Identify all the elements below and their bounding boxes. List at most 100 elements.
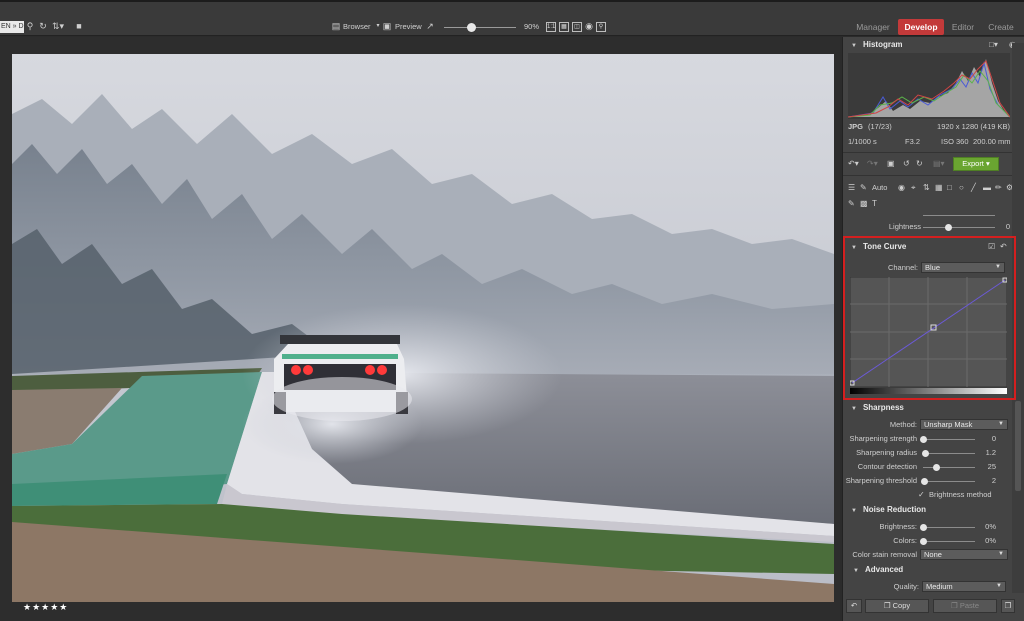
sharpening-radius-label: Sharpening radius <box>856 448 917 457</box>
pen-icon[interactable]: ✎ <box>848 199 855 209</box>
top-toolbar: EN » DI ⚲ ↻ ⇅▾ ■ ▤ Browser ▾ ▣ Preview ↗… <box>0 0 1024 36</box>
noise-reduction-header[interactable]: ▼ Noise Reduction <box>843 503 1015 517</box>
sharpening-radius-knob[interactable] <box>922 450 929 457</box>
collapse-arrow-icon[interactable]: ▼ <box>851 402 857 416</box>
refresh-icon[interactable]: ↻ <box>37 19 49 33</box>
method-dropdown[interactable]: Unsharp Mask ▼ <box>920 419 1008 430</box>
undo-icon[interactable]: ↶▾ <box>848 159 859 169</box>
paste-button[interactable]: ❐ Paste <box>933 599 997 613</box>
lightness-slider-knob[interactable] <box>945 224 952 231</box>
layer-icon[interactable]: ▬ <box>983 183 991 193</box>
noise-brightness-slider[interactable] <box>923 527 975 528</box>
saturation-slider[interactable] <box>923 215 995 216</box>
color-stain-dropdown[interactable]: None ▼ <box>920 549 1008 560</box>
noise-reduction-title: Noise Reduction <box>862 505 927 514</box>
browser-button[interactable]: Browser <box>343 21 371 33</box>
contour-detection-slider[interactable] <box>923 467 975 468</box>
mode-create[interactable]: Create <box>984 19 1018 35</box>
lock-icon[interactable]: ◉ <box>583 19 595 33</box>
noise-colors-knob[interactable] <box>920 538 927 545</box>
file-format: JPG <box>848 122 864 131</box>
histogram-options-icon[interactable]: □▾ <box>989 40 998 50</box>
browser-icon[interactable]: ▤ <box>330 19 342 33</box>
sort-icon[interactable]: ⇅▾ <box>52 19 64 33</box>
sharpening-radius-slider[interactable] <box>923 453 975 454</box>
duplicate-button[interactable]: ❐ <box>1001 599 1015 613</box>
noise-colors-slider[interactable] <box>923 541 975 542</box>
print-icon[interactable]: ▤▾ <box>933 159 945 169</box>
paste-label: Paste <box>959 601 979 610</box>
brush-icon[interactable]: ✏ <box>995 183 1002 193</box>
contour-detection-value: 25 <box>987 462 996 471</box>
gradient-icon[interactable]: ╱ <box>971 183 976 193</box>
noise-colors-label: Colors: <box>893 536 917 545</box>
method-value: Unsharp Mask <box>924 420 973 429</box>
scrollbar-thumb[interactable] <box>1015 401 1021 491</box>
rating-stars[interactable]: ★★★★★ <box>23 602 68 613</box>
noise-brightness-value: 0% <box>985 522 996 531</box>
sharpening-strength-knob[interactable] <box>920 436 927 443</box>
grid-icon[interactable]: ▦ <box>559 22 569 32</box>
rotate-left-icon[interactable]: ↺ <box>903 159 910 169</box>
sharpening-threshold-knob[interactable] <box>921 478 928 485</box>
advanced-header[interactable]: ▼ Advanced <box>843 563 1015 577</box>
sharpening-strength-value: 0 <box>991 434 996 443</box>
collapse-arrow-icon[interactable]: ▼ <box>851 504 857 518</box>
advanced-title: Advanced <box>864 565 904 574</box>
compare-icon[interactable]: ◫ <box>572 22 582 32</box>
noise-brightness-label: Brightness: <box>879 522 917 531</box>
auto-wand-icon[interactable]: ✎ <box>860 183 867 193</box>
zoom-icon[interactable]: ⚲ <box>596 22 606 32</box>
chevron-down-icon: ▼ <box>998 551 1004 557</box>
color-stain-value: None <box>924 550 942 559</box>
sharpening-radius-value: 1.2 <box>985 448 996 457</box>
zoom-slider-knob[interactable] <box>467 23 476 32</box>
contour-detection-knob[interactable] <box>933 464 940 471</box>
sharpness-header[interactable]: ▼ Sharpness <box>843 401 1015 415</box>
fit-icon[interactable]: 1:1 <box>546 22 556 32</box>
noise-colors-value: 0% <box>985 536 996 545</box>
folder-path-field[interactable]: EN » DI <box>0 21 24 33</box>
mode-develop[interactable]: Develop <box>898 19 944 35</box>
focal-length: 200.00 mm <box>973 137 1011 146</box>
histogram-title: Histogram <box>862 40 903 49</box>
open-external-icon[interactable]: ↗ <box>424 19 436 33</box>
redo-icon[interactable]: ↷▾ <box>867 159 878 169</box>
sharpening-threshold-slider[interactable] <box>923 481 975 482</box>
export-button[interactable]: Export ▾ <box>953 157 999 171</box>
crop-icon[interactable]: ⌖ <box>911 183 916 193</box>
quality-dropdown[interactable]: Medium ▼ <box>922 581 1006 592</box>
zoom-slider[interactable] <box>444 27 516 28</box>
noise-brightness-knob[interactable] <box>920 524 927 531</box>
collapse-arrow-icon[interactable]: ▼ <box>853 564 859 578</box>
lightness-value: 0 <box>1005 222 1010 231</box>
photo-image[interactable] <box>12 54 834 602</box>
shutter-speed: 1/1000 s <box>848 137 877 146</box>
mode-editor[interactable]: Editor <box>948 19 978 35</box>
preview-icon[interactable]: ▣ <box>381 19 393 33</box>
camera-icon[interactable]: ◉ <box>898 183 905 193</box>
straighten-icon[interactable]: ⇅ <box>923 183 930 193</box>
collapse-arrow-icon[interactable]: ▼ <box>851 39 857 53</box>
stamp-icon[interactable]: ▩ <box>860 199 868 209</box>
mode-manager[interactable]: Manager <box>852 19 894 35</box>
folder-icon[interactable]: ■ <box>73 19 85 33</box>
radial-filter-icon[interactable]: ○ <box>959 183 964 193</box>
lightness-label: Lightness <box>888 222 921 231</box>
copy-button[interactable]: ❐ Copy <box>865 599 929 613</box>
sharpening-strength-slider[interactable] <box>923 439 975 440</box>
brightness-method-checkbox[interactable]: ✓ <box>918 490 925 500</box>
lens-icon[interactable]: ▦ <box>935 183 943 193</box>
adjust-icon[interactable]: ☰ <box>848 183 855 193</box>
photo-viewer[interactable] <box>0 37 840 621</box>
preview-button[interactable]: Preview <box>395 21 422 33</box>
sharpness-title: Sharpness <box>862 403 904 412</box>
transform-icon[interactable]: □ <box>947 183 952 193</box>
reset-all-button[interactable]: ↶ <box>846 599 862 613</box>
text-icon[interactable]: T <box>872 199 877 209</box>
search-icon[interactable]: ⚲ <box>24 19 36 33</box>
crop-compare-icon[interactable]: ▣ <box>887 159 895 169</box>
auto-button[interactable]: Auto <box>872 183 887 193</box>
rotate-right-icon[interactable]: ↻ <box>916 159 923 169</box>
zoom-level: 90% <box>524 22 540 31</box>
